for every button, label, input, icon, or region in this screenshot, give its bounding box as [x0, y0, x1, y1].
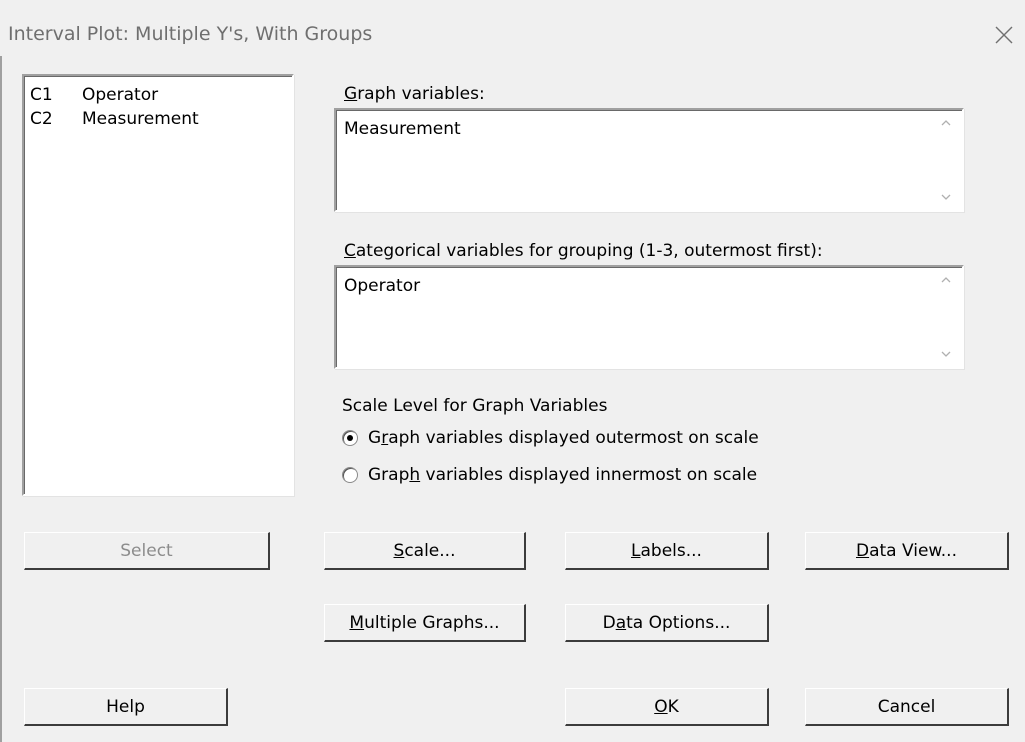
- help-button[interactable]: Help: [24, 688, 228, 726]
- interval-plot-dialog: Interval Plot: Multiple Y's, With Groups…: [0, 0, 1025, 742]
- radio-button[interactable]: [342, 467, 358, 483]
- graph-variables-label: Graph variables:: [344, 84, 485, 104]
- variable-column-name: Operator: [82, 85, 159, 105]
- graph-variables-value: Measurement: [344, 119, 461, 139]
- window-title: Interval Plot: Multiple Y's, With Groups: [8, 23, 373, 45]
- radio-label: Graph variables displayed outermost on s…: [368, 428, 759, 448]
- vertical-scrollbar[interactable]: [938, 273, 954, 361]
- radio-outermost[interactable]: Graph variables displayed outermost on s…: [342, 428, 759, 448]
- label-text: raph variables:: [357, 84, 485, 104]
- chevron-up-icon[interactable]: [939, 273, 953, 287]
- categorical-variables-value: Operator: [344, 276, 421, 296]
- labels-button[interactable]: Labels...: [565, 532, 769, 570]
- window-left-border: [0, 56, 2, 742]
- data-options-button[interactable]: Da ta Options...: [565, 604, 769, 642]
- radio-button-checked[interactable]: [342, 430, 358, 446]
- scale-button[interactable]: Scale...: [324, 532, 526, 570]
- data-view-button[interactable]: Data View...: [805, 532, 1009, 570]
- multiple-graphs-button[interactable]: Multiple Graphs...: [324, 604, 526, 642]
- mnemonic-letter: C: [344, 241, 356, 261]
- scale-level-label: Scale Level for Graph Variables: [342, 396, 608, 416]
- variable-list[interactable]: C1 Operator C2 Measurement: [22, 74, 294, 496]
- cancel-button[interactable]: Cancel: [805, 688, 1009, 726]
- graph-variables-field[interactable]: Measurement: [334, 108, 964, 212]
- categorical-variables-label: Categorical variables for grouping (1-3,…: [344, 241, 823, 261]
- categorical-variables-field[interactable]: Operator: [334, 265, 964, 369]
- variable-column-name: Measurement: [82, 109, 199, 129]
- close-button[interactable]: [989, 20, 1019, 50]
- vertical-scrollbar[interactable]: [938, 116, 954, 204]
- list-item[interactable]: C2 Measurement: [30, 107, 286, 131]
- chevron-down-icon[interactable]: [939, 190, 953, 204]
- close-icon: [995, 26, 1013, 44]
- list-item[interactable]: C1 Operator: [30, 83, 286, 107]
- variable-column-id: C1: [30, 85, 53, 105]
- ok-button[interactable]: OK: [565, 688, 769, 726]
- mnemonic-letter: G: [344, 84, 358, 104]
- radio-label: Graph variables displayed innermost on s…: [368, 465, 758, 485]
- chevron-up-icon[interactable]: [939, 116, 953, 130]
- chevron-down-icon[interactable]: [939, 347, 953, 361]
- select-button[interactable]: Select: [24, 532, 270, 570]
- label-text: ategorical variables for grouping (1-3, …: [355, 241, 823, 261]
- radio-innermost[interactable]: Graph variables displayed innermost on s…: [342, 465, 757, 485]
- variable-column-id: C2: [30, 109, 53, 129]
